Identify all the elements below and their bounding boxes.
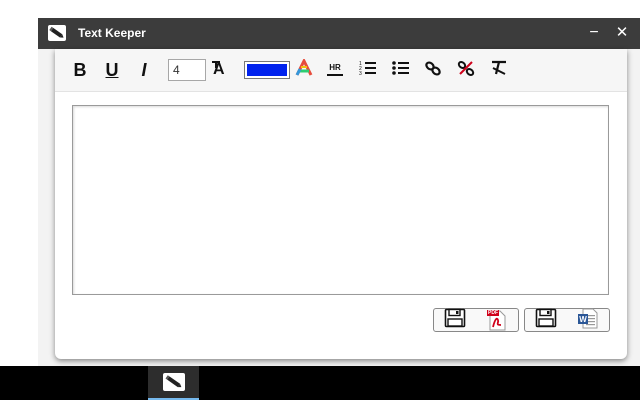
svg-text:A: A <box>213 61 225 77</box>
italic-button[interactable]: I <box>137 59 151 81</box>
underline-label: U <box>105 59 119 80</box>
numbered-list-icon: 1 2 3 <box>359 60 377 81</box>
formatting-toolbar: B U I A <box>55 49 627 92</box>
editor-panel: B U I A <box>55 49 627 359</box>
taskbar <box>0 366 640 400</box>
text-color-icon <box>295 57 313 82</box>
text-keeper-window: Text Keeper − ✕ B U I A <box>38 18 640 366</box>
bullet-list-button[interactable] <box>391 59 411 81</box>
bullet-list-icon <box>392 60 410 81</box>
font-size-button[interactable]: A <box>210 59 232 81</box>
unlink-icon <box>457 60 475 81</box>
italic-label: I <box>141 59 147 80</box>
underline-button[interactable]: U <box>103 59 121 81</box>
clear-format-button[interactable] <box>489 59 509 81</box>
text-keeper-taskbar-button[interactable] <box>148 366 199 400</box>
clear-format-icon <box>490 60 508 81</box>
svg-text:3: 3 <box>359 71 362 76</box>
minimize-button[interactable]: − <box>582 22 606 44</box>
bold-button[interactable]: B <box>71 59 89 81</box>
text-editor-area[interactable] <box>72 105 609 295</box>
save-word-button[interactable]: W <box>524 308 610 332</box>
pdf-file-icon: PDF <box>486 309 508 331</box>
hr-label: HR <box>329 63 341 72</box>
minimize-icon: − <box>589 24 599 41</box>
text-color-picker[interactable] <box>244 61 290 79</box>
font-size-icon: A <box>211 59 231 82</box>
floppy-disk-icon <box>535 308 557 333</box>
window-title: Text Keeper <box>78 26 146 40</box>
horizontal-rule-button[interactable]: HR <box>325 59 345 81</box>
link-button[interactable] <box>423 59 443 81</box>
numbered-list-button[interactable]: 1 2 3 <box>358 59 378 81</box>
bold-label: B <box>73 59 87 80</box>
pencil-icon <box>162 373 185 391</box>
unlink-button[interactable] <box>456 59 476 81</box>
save-pdf-button[interactable]: PDF <box>433 308 519 332</box>
link-icon <box>424 60 442 81</box>
close-icon: ✕ <box>615 24 629 41</box>
text-color-button[interactable] <box>294 57 314 82</box>
font-size-input[interactable] <box>168 59 206 81</box>
horizontal-rule-icon: HR <box>327 64 343 76</box>
word-file-icon: W <box>577 307 599 334</box>
title-bar[interactable]: Text Keeper − ✕ <box>38 18 640 49</box>
floppy-disk-icon <box>444 308 466 333</box>
color-swatch-fill <box>247 64 287 76</box>
pencil-icon <box>48 25 66 41</box>
pdf-badge: PDF <box>487 310 499 316</box>
close-button[interactable]: ✕ <box>610 22 634 44</box>
svg-text:W: W <box>579 315 587 324</box>
